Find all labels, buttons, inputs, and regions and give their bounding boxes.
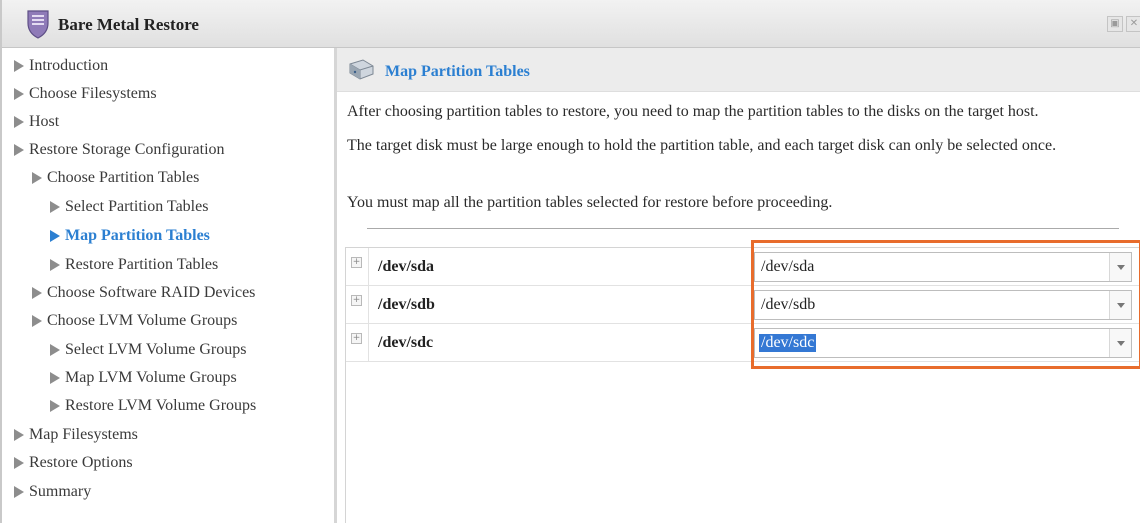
row-gutter: + [346, 248, 369, 285]
triangle-right-icon [14, 429, 24, 441]
nav-item-select-lvm-volume-groups[interactable]: Select LVM Volume Groups [50, 338, 246, 362]
nav-item-label: Restore Partition Tables [65, 256, 219, 273]
nav-item-map-filesystems[interactable]: Map Filesystems [14, 423, 138, 447]
source-disk-label: /dev/sdc [378, 334, 434, 351]
triangle-right-icon [32, 172, 42, 184]
nav-item-restore-lvm-volume-groups[interactable]: Restore LVM Volume Groups [50, 394, 256, 418]
nav-item-choose-lvm-volume-groups[interactable]: Choose LVM Volume Groups [32, 309, 237, 333]
triangle-right-icon [14, 60, 24, 72]
chevron-down-icon[interactable] [1109, 291, 1131, 319]
nav-item-label: Restore LVM Volume Groups [65, 397, 257, 414]
target-disk-value: /dev/sda [761, 258, 815, 275]
mapping-row-sda: + /dev/sda /dev/sda [346, 248, 1140, 286]
partition-mapping-grid: + /dev/sda /dev/sda + /dev/sdb /dev/sdb [345, 247, 1140, 523]
target-disk-select[interactable]: /dev/sda [754, 252, 1132, 282]
triangle-right-icon [50, 372, 60, 384]
nav-item-label: Introduction [29, 57, 109, 74]
chevron-down-icon[interactable] [1109, 329, 1131, 357]
main-panel: Map Partition Tables After choosing part… [337, 48, 1140, 523]
nav-item-label: Host [29, 113, 60, 130]
nav-item-restore-storage-configuration[interactable]: Restore Storage Configuration [14, 138, 225, 162]
nav-item-host[interactable]: Host [14, 110, 59, 134]
triangle-right-icon [50, 259, 60, 271]
nav-item-choose-filesystems[interactable]: Choose Filesystems [14, 82, 157, 106]
target-disk-select[interactable]: /dev/sdb [754, 290, 1132, 320]
divider [367, 228, 1119, 229]
maximize-icon[interactable]: ▣ [1107, 16, 1123, 32]
nav-item-select-partition-tables[interactable]: Select Partition Tables [50, 195, 208, 219]
instruction-text-2: The target disk must be large enough to … [347, 137, 1057, 154]
nav-item-label: Choose Partition Tables [47, 169, 200, 186]
expand-icon[interactable]: + [351, 295, 362, 306]
target-disk-select[interactable]: /dev/sdc [754, 328, 1132, 358]
section-title: Map Partition Tables [385, 63, 530, 80]
bare-metal-restore-window: Bare Metal Restore ▣ ✕ Introduction Choo… [0, 0, 1140, 523]
nav-item-label: Map LVM Volume Groups [65, 369, 237, 386]
close-icon[interactable]: ✕ [1126, 16, 1140, 32]
disk-drive-icon [349, 59, 374, 80]
triangle-right-icon [14, 88, 24, 100]
section-header: Map Partition Tables [337, 48, 1140, 92]
nav-item-introduction[interactable]: Introduction [14, 54, 108, 78]
nav-item-summary[interactable]: Summary [14, 480, 91, 504]
target-disk-value: /dev/sdb [761, 296, 816, 313]
triangle-right-icon [14, 144, 24, 156]
nav-item-label: Map Partition Tables [65, 227, 210, 244]
row-gutter: + [346, 286, 369, 323]
triangle-right-icon [14, 486, 24, 498]
nav-item-label: Summary [29, 483, 92, 500]
triangle-right-icon [14, 116, 24, 128]
nav-item-label: Choose Filesystems [29, 85, 157, 102]
nav-item-map-lvm-volume-groups[interactable]: Map LVM Volume Groups [50, 366, 237, 390]
triangle-right-icon [50, 201, 60, 213]
nav-item-label: Restore Options [29, 454, 133, 471]
nav-item-map-partition-tables[interactable]: Map Partition Tables [50, 224, 210, 248]
window-title: Bare Metal Restore [58, 15, 199, 34]
instruction-text-3: You must map all the partition tables se… [347, 194, 833, 211]
chevron-down-icon[interactable] [1109, 253, 1131, 281]
expand-icon[interactable]: + [351, 333, 362, 344]
wizard-navigation: Introduction Choose Filesystems Host Res… [4, 48, 337, 523]
mapping-row-sdb: + /dev/sdb /dev/sdb [346, 286, 1140, 324]
instruction-text-1: After choosing partition tables to resto… [347, 103, 1039, 120]
row-gutter: + [346, 324, 369, 361]
triangle-right-icon [32, 287, 42, 299]
nav-item-label: Restore Storage Configuration [29, 141, 225, 158]
expand-icon[interactable]: + [351, 257, 362, 268]
nav-item-restore-partition-tables[interactable]: Restore Partition Tables [50, 253, 218, 277]
nav-item-label: Select Partition Tables [65, 198, 209, 215]
nav-item-restore-options[interactable]: Restore Options [14, 451, 133, 475]
nav-item-label: Select LVM Volume Groups [65, 341, 247, 358]
nav-item-choose-software-raid-devices[interactable]: Choose Software RAID Devices [32, 281, 255, 305]
mapping-row-sdc: + /dev/sdc /dev/sdc [346, 324, 1140, 362]
nav-item-choose-partition-tables[interactable]: Choose Partition Tables [32, 166, 199, 190]
triangle-right-icon [50, 400, 60, 412]
nav-item-label: Choose Software RAID Devices [47, 284, 256, 301]
target-disk-value: /dev/sdc [759, 334, 817, 352]
nav-item-label: Choose LVM Volume Groups [47, 312, 238, 329]
nav-item-label: Map Filesystems [29, 426, 138, 443]
title-bar: Bare Metal Restore ▣ ✕ [2, 0, 1140, 48]
triangle-right-icon [50, 344, 60, 356]
triangle-right-icon [32, 315, 42, 327]
shield-icon [27, 10, 49, 39]
source-disk-label: /dev/sda [378, 258, 435, 275]
triangle-right-icon [50, 230, 60, 242]
triangle-right-icon [14, 457, 24, 469]
source-disk-label: /dev/sdb [378, 296, 435, 313]
